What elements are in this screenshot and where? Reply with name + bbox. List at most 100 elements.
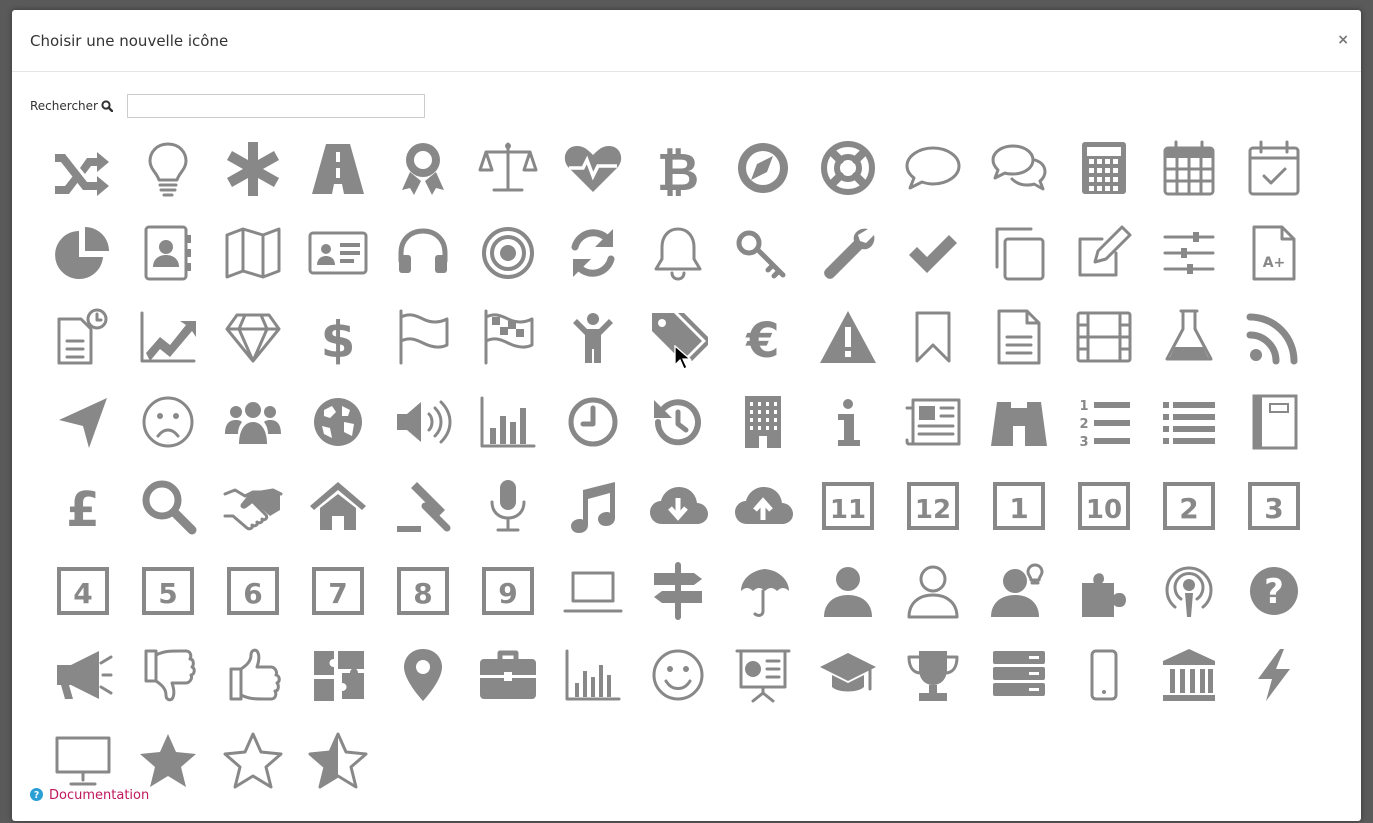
icon-option-id-card[interactable] — [295, 223, 380, 308]
icon-option-question-circle[interactable]: ? — [1231, 561, 1316, 646]
icon-option-presentation[interactable] — [721, 645, 806, 730]
icon-option-calendar[interactable] — [1146, 138, 1231, 223]
icon-option-euro[interactable]: € — [721, 307, 806, 392]
icon-option-key[interactable] — [721, 223, 806, 308]
icon-option-binoculars[interactable] — [976, 392, 1061, 477]
icon-option-balance-scale[interactable] — [465, 138, 550, 223]
icon-option-history[interactable] — [636, 392, 721, 477]
icon-option-warning[interactable] — [806, 307, 891, 392]
icon-option-number-7[interactable]: 7 — [295, 561, 380, 646]
icon-option-flask[interactable] — [1146, 307, 1231, 392]
icon-option-bar-chart[interactable] — [465, 392, 550, 477]
icon-option-number-12[interactable]: 12 — [891, 476, 976, 561]
icon-option-sliders[interactable] — [1146, 223, 1231, 308]
icon-option-calculator[interactable] — [1061, 138, 1146, 223]
icon-option-check[interactable] — [891, 223, 976, 308]
icon-option-newspaper[interactable] — [891, 392, 976, 477]
icon-option-recent-document[interactable] — [40, 307, 125, 392]
icon-option-number-8[interactable]: 8 — [380, 561, 465, 646]
icon-option-trophy[interactable] — [891, 645, 976, 730]
icon-option-signpost[interactable] — [636, 561, 721, 646]
icon-option-bell[interactable] — [636, 223, 721, 308]
icon-option-smile[interactable] — [636, 645, 721, 730]
icon-option-users[interactable] — [210, 392, 295, 477]
close-button[interactable]: × — [1337, 32, 1349, 48]
icon-option-line-chart[interactable] — [125, 307, 210, 392]
icon-option-briefcase[interactable] — [465, 645, 550, 730]
icon-option-number-3[interactable]: 3 — [1231, 476, 1316, 561]
icon-option-pie-chart[interactable] — [40, 223, 125, 308]
icon-option-number-9[interactable]: 9 — [465, 561, 550, 646]
icon-option-rss[interactable] — [1231, 307, 1316, 392]
icon-option-graduation-cap[interactable] — [806, 645, 891, 730]
icon-option-search[interactable] — [125, 476, 210, 561]
icon-option-umbrella[interactable] — [721, 561, 806, 646]
icon-option-ordered-list[interactable]: 1 2 3 — [1061, 392, 1146, 477]
icon-option-user[interactable] — [806, 561, 891, 646]
icon-option-shuffle[interactable] — [40, 138, 125, 223]
icon-option-puzzle[interactable] — [295, 645, 380, 730]
icon-option-star-half[interactable] — [295, 730, 380, 815]
icon-option-server[interactable] — [976, 645, 1061, 730]
icon-option-info[interactable] — [806, 392, 891, 477]
icon-option-notebook[interactable] — [1231, 392, 1316, 477]
icon-option-handshake[interactable] — [210, 476, 295, 561]
icon-option-bookmark[interactable] — [891, 307, 976, 392]
icon-option-bitcoin[interactable]: ₿ — [636, 138, 721, 223]
icon-option-copy[interactable] — [976, 223, 1061, 308]
icon-option-pound[interactable]: £ — [40, 476, 125, 561]
icon-option-flag-checkered[interactable] — [465, 307, 550, 392]
icon-option-map-marker[interactable] — [380, 645, 465, 730]
icon-option-location-arrow[interactable] — [40, 392, 125, 477]
icon-option-heartbeat[interactable] — [551, 138, 636, 223]
icon-option-music[interactable] — [551, 476, 636, 561]
icon-option-award[interactable] — [380, 138, 465, 223]
icon-option-diamond[interactable] — [210, 307, 295, 392]
icon-option-bank[interactable] — [1146, 645, 1231, 730]
icon-option-puzzle-piece[interactable] — [1061, 561, 1146, 646]
icon-option-list[interactable] — [1146, 392, 1231, 477]
icon-option-microphone[interactable] — [465, 476, 550, 561]
icon-option-speech-bubble[interactable] — [891, 138, 976, 223]
icon-option-dollar[interactable]: $ — [295, 307, 380, 392]
icon-option-map[interactable] — [210, 223, 295, 308]
icon-option-number-11[interactable]: 11 — [806, 476, 891, 561]
icon-option-lightbulb[interactable] — [125, 138, 210, 223]
search-input[interactable] — [126, 94, 425, 118]
icon-option-mobile[interactable] — [1061, 645, 1146, 730]
icon-option-home[interactable] — [295, 476, 380, 561]
icon-option-number-10[interactable]: 10 — [1061, 476, 1146, 561]
icon-option-number-1[interactable]: 1 — [976, 476, 1061, 561]
icon-option-clock[interactable] — [551, 392, 636, 477]
icon-option-number-5[interactable]: 5 — [125, 561, 210, 646]
icon-option-laptop[interactable] — [551, 561, 636, 646]
icon-option-compass[interactable] — [721, 138, 806, 223]
icon-option-asterisk[interactable] — [210, 138, 295, 223]
icon-option-document[interactable] — [976, 307, 1061, 392]
icon-option-headphones[interactable] — [380, 223, 465, 308]
icon-option-comments[interactable] — [976, 138, 1061, 223]
icon-option-gavel[interactable] — [380, 476, 465, 561]
documentation-link[interactable]: Documentation — [49, 788, 149, 803]
icon-option-volume[interactable] — [380, 392, 465, 477]
icon-option-life-ring[interactable] — [806, 138, 891, 223]
icon-option-target[interactable] — [465, 223, 550, 308]
icon-option-thumbs-down[interactable] — [125, 645, 210, 730]
icon-option-wrench[interactable] — [806, 223, 891, 308]
icon-option-calendar-check[interactable] — [1231, 138, 1316, 223]
icon-option-globe[interactable] — [295, 392, 380, 477]
icon-option-user-outline[interactable] — [891, 561, 976, 646]
icon-option-frown[interactable] — [125, 392, 210, 477]
icon-option-cloud-download[interactable] — [636, 476, 721, 561]
icon-option-thumbs-up[interactable] — [210, 645, 295, 730]
icon-option-bolt[interactable] — [1231, 645, 1316, 730]
icon-option-number-2[interactable]: 2 — [1146, 476, 1231, 561]
icon-option-bullhorn[interactable] — [40, 645, 125, 730]
icon-option-star-outline[interactable] — [210, 730, 295, 815]
icon-option-edit[interactable] — [1061, 223, 1146, 308]
icon-option-building[interactable] — [721, 392, 806, 477]
icon-option-child[interactable] — [551, 307, 636, 392]
icon-option-film[interactable] — [1061, 307, 1146, 392]
icon-option-number-6[interactable]: 6 — [210, 561, 295, 646]
icon-option-bar-chart-outline[interactable] — [551, 645, 636, 730]
